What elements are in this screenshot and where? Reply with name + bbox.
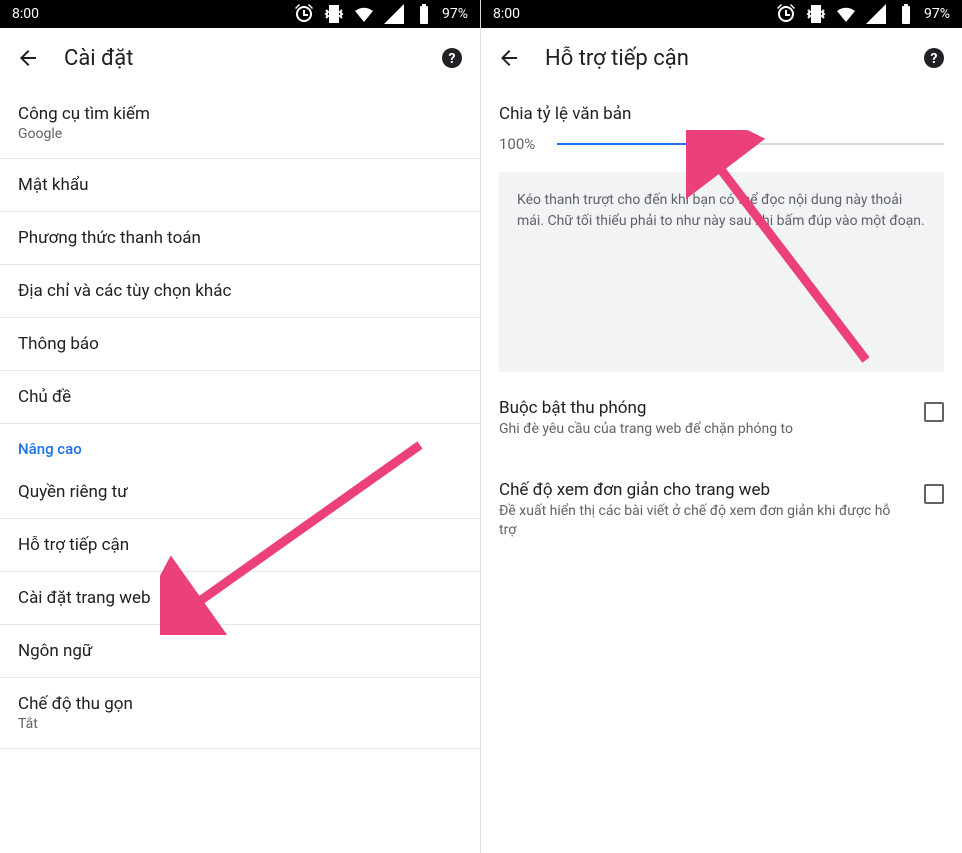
theme-item[interactable]: Chủ đề <box>0 371 480 424</box>
arrow-back-icon <box>16 46 40 70</box>
wifi-icon <box>834 2 858 26</box>
text-scale-label: Chia tỷ lệ văn bản <box>499 104 944 124</box>
battery-text: 97% <box>442 6 468 22</box>
force-zoom-checkbox[interactable] <box>924 402 944 422</box>
accessibility-content: Chia tỷ lệ văn bản 100% Kéo thanh trượt … <box>481 88 962 853</box>
help-icon: ? <box>922 46 946 70</box>
vibrate-icon <box>804 2 828 26</box>
header: Hỗ trợ tiếp cận ? <box>481 28 962 88</box>
svg-text:?: ? <box>449 51 456 67</box>
force-zoom-item[interactable]: Buộc bật thu phóng Ghi đè yêu cầu của tr… <box>481 378 962 460</box>
addresses-item[interactable]: Địa chỉ và các tùy chọn khác <box>0 265 480 318</box>
status-time: 8:00 <box>12 6 39 22</box>
page-title: Hỗ trợ tiếp cận <box>545 46 922 71</box>
alarm-icon <box>774 2 798 26</box>
lite-mode-item[interactable]: Chế độ thu gọn Tắt <box>0 678 480 749</box>
text-scale-section: Chia tỷ lệ văn bản 100% <box>481 88 962 156</box>
arrow-back-icon <box>497 46 521 70</box>
slider-track-fill <box>557 143 704 145</box>
site-settings-item[interactable]: Cài đặt trang web <box>0 572 480 625</box>
settings-list: Công cụ tìm kiếm Google Mật khẩu Phương … <box>0 88 480 853</box>
svg-text:?: ? <box>931 51 938 67</box>
language-item[interactable]: Ngôn ngữ <box>0 625 480 678</box>
help-button[interactable]: ? <box>922 46 946 70</box>
text-scale-value: 100% <box>499 135 543 153</box>
header: Cài đặt ? <box>0 28 480 88</box>
accessibility-item[interactable]: Hỗ trợ tiếp cận <box>0 519 480 572</box>
battery-text: 97% <box>924 6 950 22</box>
search-engine-item[interactable]: Công cụ tìm kiếm Google <box>0 88 480 159</box>
signal-icon <box>382 2 406 26</box>
wifi-icon <box>352 2 376 26</box>
back-button[interactable] <box>16 46 40 70</box>
page-title: Cài đặt <box>64 46 440 71</box>
status-bar: 8:00 97% <box>0 0 480 28</box>
advanced-section: Nâng cao <box>0 424 480 466</box>
status-time: 8:00 <box>493 6 520 22</box>
slider-thumb[interactable] <box>696 136 712 152</box>
back-button[interactable] <box>497 46 521 70</box>
payment-item[interactable]: Phương thức thanh toán <box>0 212 480 265</box>
status-bar: 8:00 97% <box>481 0 962 28</box>
vibrate-icon <box>322 2 346 26</box>
text-scale-slider[interactable] <box>557 132 944 156</box>
status-icons: 97% <box>292 2 468 26</box>
help-button[interactable]: ? <box>440 46 464 70</box>
passwords-item[interactable]: Mật khẩu <box>0 159 480 212</box>
alarm-icon <box>292 2 316 26</box>
signal-icon <box>864 2 888 26</box>
status-icons: 97% <box>774 2 950 26</box>
battery-icon <box>894 2 918 26</box>
privacy-item[interactable]: Quyền riêng tư <box>0 466 480 519</box>
simplified-view-item[interactable]: Chế độ xem đơn giản cho trang web Đề xuấ… <box>481 460 962 561</box>
simplified-view-checkbox[interactable] <box>924 484 944 504</box>
help-icon: ? <box>440 46 464 70</box>
preview-box: Kéo thanh trượt cho đến khi bạn có thể đ… <box>499 172 944 372</box>
notifications-item[interactable]: Thông báo <box>0 318 480 371</box>
battery-icon <box>412 2 436 26</box>
